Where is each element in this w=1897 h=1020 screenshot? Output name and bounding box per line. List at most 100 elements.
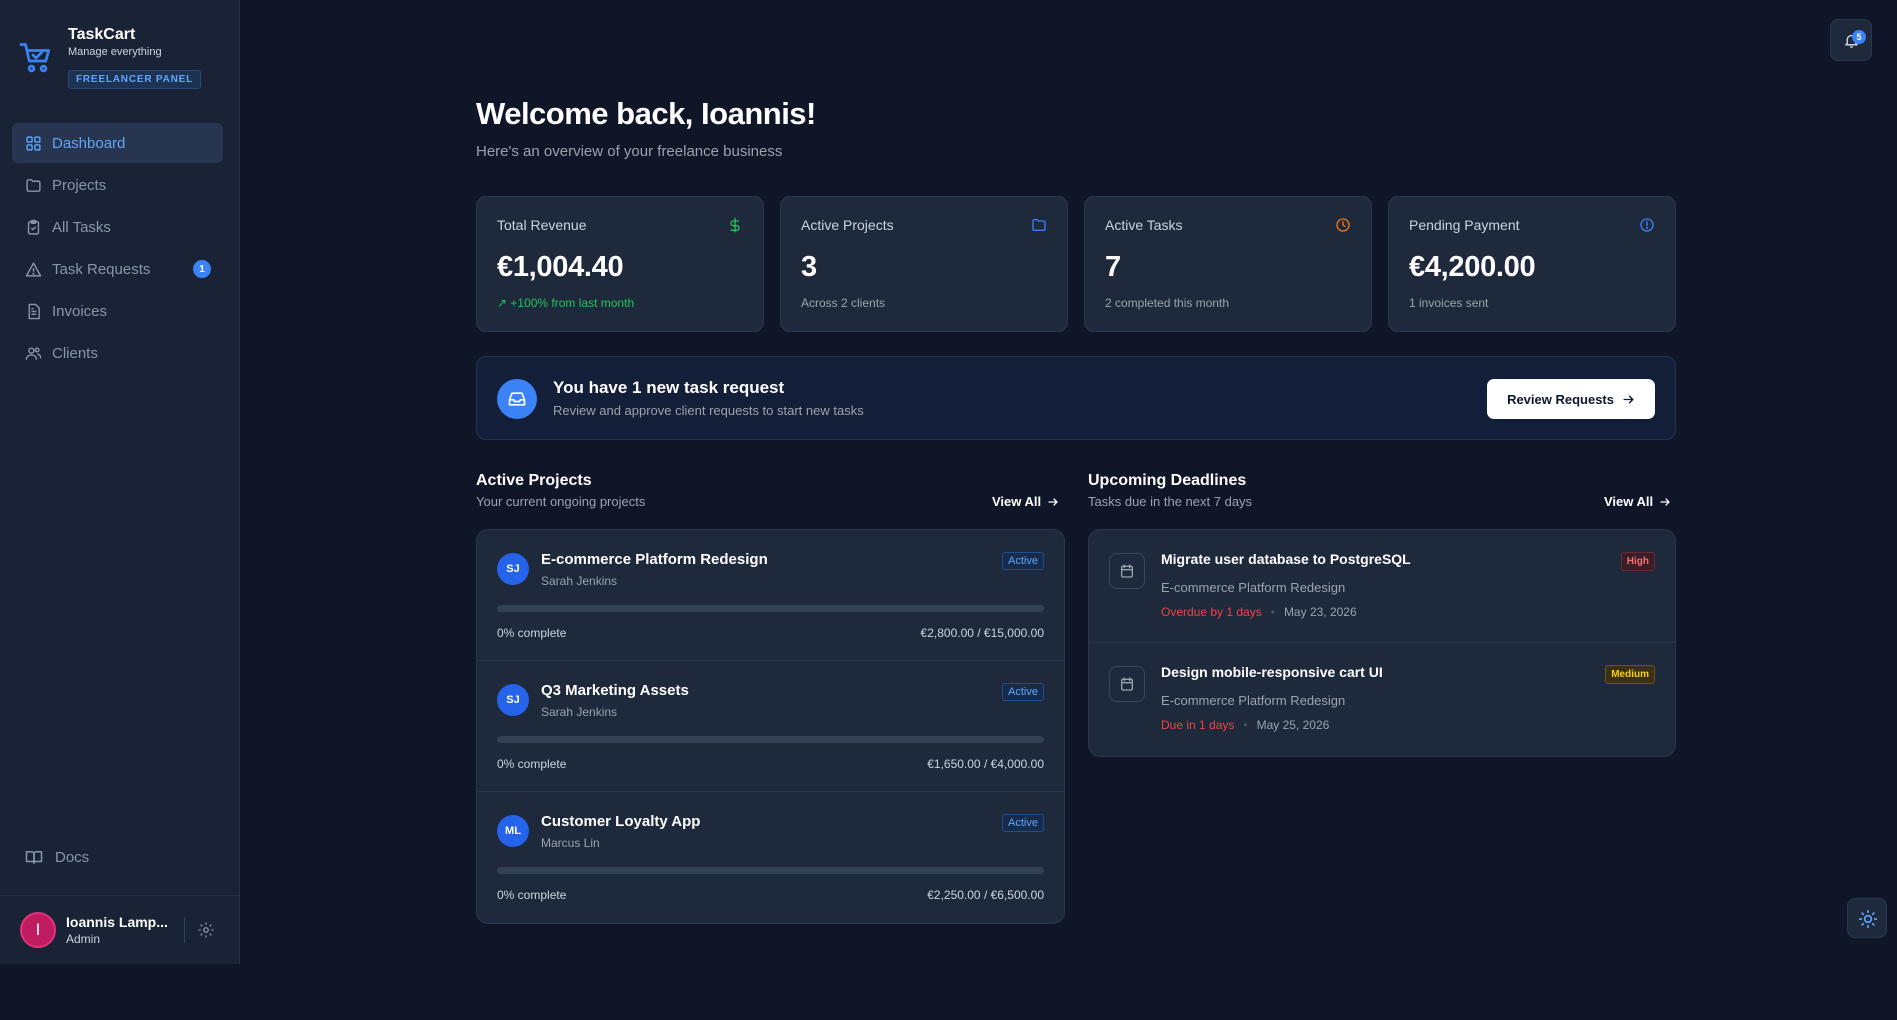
stat-note: 2 completed this month [1105, 296, 1230, 310]
task-due-meta: Due in 1 days • May 25, 2026 [1161, 718, 1329, 732]
folder-icon [1032, 219, 1046, 231]
stat-label: Active Projects [801, 217, 894, 233]
calendar-icon [1109, 553, 1145, 589]
due-status: Due in 1 days [1161, 718, 1235, 732]
page-title: Welcome back, Ioannis! [476, 96, 816, 131]
deadline-row[interactable]: Design mobile-responsive cart UI E-comme… [1089, 643, 1675, 756]
deadlines-view-all-link[interactable]: View All [1604, 494, 1671, 509]
stat-value: €1,004.40 [497, 251, 624, 283]
user-role: Admin [66, 932, 101, 946]
gear-icon[interactable] [197, 921, 215, 939]
sidebar-item-label: Projects [52, 176, 107, 194]
progress-bar [497, 736, 1044, 743]
dollar-icon [730, 217, 740, 233]
project-client: Marcus Lin [541, 836, 600, 850]
progress-label: 0% complete [497, 757, 567, 771]
upcoming-deadlines-heading: Upcoming Deadlines [1088, 472, 1247, 489]
brand: TaskCart Manage everything FREELANCER PA… [18, 24, 202, 89]
divider [184, 917, 185, 943]
arrow-right-icon [1660, 497, 1671, 506]
sidebar-item-invoices[interactable]: Invoices [12, 291, 223, 331]
sidebar-item-label: All Tasks [52, 218, 111, 236]
client-avatar: SJ [497, 553, 529, 585]
stat-card-active-projects: Active Projects 3 Across 2 clients [780, 196, 1068, 332]
status-badge: Active [1002, 552, 1044, 570]
sidebar-item-label: Clients [52, 344, 98, 362]
task-request-banner: You have 1 new task request Review and a… [476, 356, 1676, 440]
priority-badge: High [1620, 552, 1655, 571]
project-row[interactable]: SJ E-commerce Platform Redesign Sarah Je… [477, 530, 1064, 661]
stat-card-active-tasks: Active Tasks 7 2 completed this month [1084, 196, 1372, 332]
cart-logo-icon [19, 43, 51, 73]
progress-bar [497, 867, 1044, 874]
due-status: Overdue by 1 days [1161, 605, 1262, 619]
review-requests-button[interactable]: Review Requests [1487, 379, 1655, 419]
theme-toggle-button[interactable] [1847, 898, 1887, 938]
active-projects-heading: Active Projects [476, 472, 592, 489]
stat-card-total-revenue: Total Revenue €1,004.40 ↗ +100% from las… [476, 196, 764, 332]
sidebar-nav: Dashboard Projects All Tasks Task Reques… [12, 123, 223, 375]
project-name: Q3 Marketing Assets [541, 682, 689, 699]
sidebar-item-docs[interactable]: Docs [25, 848, 89, 866]
stat-value: 3 [801, 251, 817, 283]
separator-dot: • [1243, 718, 1248, 732]
sidebar: TaskCart Manage everything FREELANCER PA… [0, 0, 240, 964]
view-all-label: View All [992, 494, 1042, 509]
inbox-icon [497, 379, 537, 419]
page-subtitle: Here's an overview of your freelance bus… [476, 143, 783, 160]
stat-value: €4,200.00 [1409, 251, 1536, 283]
project-amount: €2,250.00 / €6,500.00 [927, 888, 1044, 902]
sidebar-item-projects[interactable]: Projects [12, 165, 223, 205]
alert-triangle-icon [25, 261, 42, 277]
sun-icon [1858, 909, 1878, 929]
sidebar-item-label: Dashboard [52, 134, 126, 152]
clock-icon [1336, 218, 1350, 232]
project-client: Sarah Jenkins [541, 705, 618, 719]
status-badge: Active [1002, 683, 1044, 701]
sidebar-item-task-requests[interactable]: Task Requests 1 [12, 249, 223, 289]
sidebar-item-all-tasks[interactable]: All Tasks [12, 207, 223, 247]
arrow-right-icon [1048, 497, 1059, 506]
due-date: May 23, 2026 [1283, 605, 1357, 619]
upcoming-deadlines-list: Migrate user database to PostgreSQL E-co… [1088, 529, 1676, 757]
task-project: E-commerce Platform Redesign [1161, 693, 1346, 708]
user-name: Ioannis Lamp... [66, 914, 168, 930]
stat-label: Total Revenue [497, 217, 587, 233]
stat-value: 7 [1105, 251, 1121, 283]
deadline-row[interactable]: Migrate user database to PostgreSQL E-co… [1089, 530, 1675, 643]
project-amount: €1,650.00 / €4,000.00 [927, 757, 1044, 771]
client-avatar: SJ [497, 684, 529, 716]
stat-note: ↗ +100% from last month [497, 296, 635, 310]
banner-subtitle: Review and approve client requests to st… [553, 403, 864, 418]
arrow-right-icon [1623, 395, 1634, 403]
task-requests-count-badge: 1 [193, 260, 211, 278]
notifications-button[interactable]: 5 [1830, 19, 1872, 61]
project-name: E-commerce Platform Redesign [541, 551, 768, 568]
sidebar-item-clients[interactable]: Clients [12, 333, 223, 373]
progress-label: 0% complete [497, 888, 567, 902]
task-project: E-commerce Platform Redesign [1161, 580, 1346, 595]
client-avatar: ML [497, 815, 529, 847]
stat-label: Active Tasks [1105, 217, 1183, 233]
project-row[interactable]: ML Customer Loyalty App Marcus Lin Activ… [477, 792, 1064, 923]
grid-icon [26, 135, 41, 151]
task-due-meta: Overdue by 1 days • May 23, 2026 [1161, 605, 1357, 619]
view-all-label: View All [1604, 494, 1654, 509]
app-name: TaskCart [68, 26, 136, 43]
docs-label: Docs [55, 848, 90, 866]
banner-title: You have 1 new task request [553, 378, 785, 397]
active-projects-subtitle: Your current ongoing projects [476, 494, 646, 509]
user-profile: I Ioannis Lamp... Admin [0, 895, 240, 964]
projects-view-all-link[interactable]: View All [992, 494, 1059, 509]
due-date: May 25, 2026 [1256, 718, 1330, 732]
project-row[interactable]: SJ Q3 Marketing Assets Sarah Jenkins Act… [477, 661, 1064, 792]
task-title: Migrate user database to PostgreSQL [1161, 551, 1411, 567]
progress-label: 0% complete [497, 626, 567, 640]
avatar[interactable]: I [20, 912, 56, 948]
sidebar-item-dashboard[interactable]: Dashboard [12, 123, 223, 163]
info-icon [1640, 218, 1654, 232]
stat-note: Across 2 clients [801, 296, 886, 310]
separator-dot: • [1270, 605, 1275, 619]
app-tagline: Manage everything [68, 46, 162, 58]
priority-badge: Medium [1605, 665, 1655, 684]
